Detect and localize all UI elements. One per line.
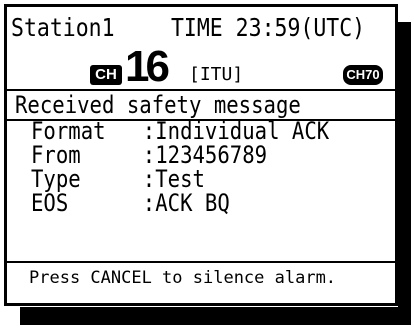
- divider-status: [7, 261, 395, 263]
- field-from-value: :123456789: [142, 141, 268, 169]
- message-fields: Format :Individual ACK From :123456789 T…: [31, 119, 358, 215]
- message-heading: Received safety message: [15, 91, 301, 119]
- ch-badge: CH: [90, 65, 122, 85]
- field-eos-value: :ACK BQ: [142, 189, 230, 217]
- channel-number: 16: [125, 42, 170, 91]
- field-type-label: Type: [31, 165, 81, 193]
- field-format-value: :Individual ACK: [142, 117, 330, 145]
- utc-time: TIME 23:59(UTC): [170, 13, 366, 42]
- ch70-badge: CH70: [343, 65, 383, 85]
- status-message: Press CANCEL to silence alarm.: [29, 268, 337, 288]
- display-shadow-bottom: [20, 307, 411, 325]
- channel-row: CH 16 [ITU] CH70: [7, 45, 395, 89]
- field-eos: EOS :ACK BQ: [31, 191, 358, 215]
- lcd-display: Station1 TIME 23:59(UTC) CH 16 [ITU] CH7…: [4, 4, 398, 306]
- field-from: From :123456789: [31, 143, 358, 167]
- field-type-value: :Test: [142, 165, 205, 193]
- title-row: Station1 TIME 23:59(UTC): [11, 11, 365, 45]
- field-from-label: From: [31, 141, 81, 169]
- field-type: Type :Test: [31, 167, 358, 191]
- field-format: Format :Individual ACK: [31, 119, 358, 143]
- field-eos-label: EOS: [31, 189, 69, 217]
- station-name: Station1: [11, 13, 115, 42]
- channel-band: [ITU]: [189, 64, 244, 85]
- display-shadow-right: [398, 22, 411, 325]
- field-format-label: Format: [31, 117, 106, 145]
